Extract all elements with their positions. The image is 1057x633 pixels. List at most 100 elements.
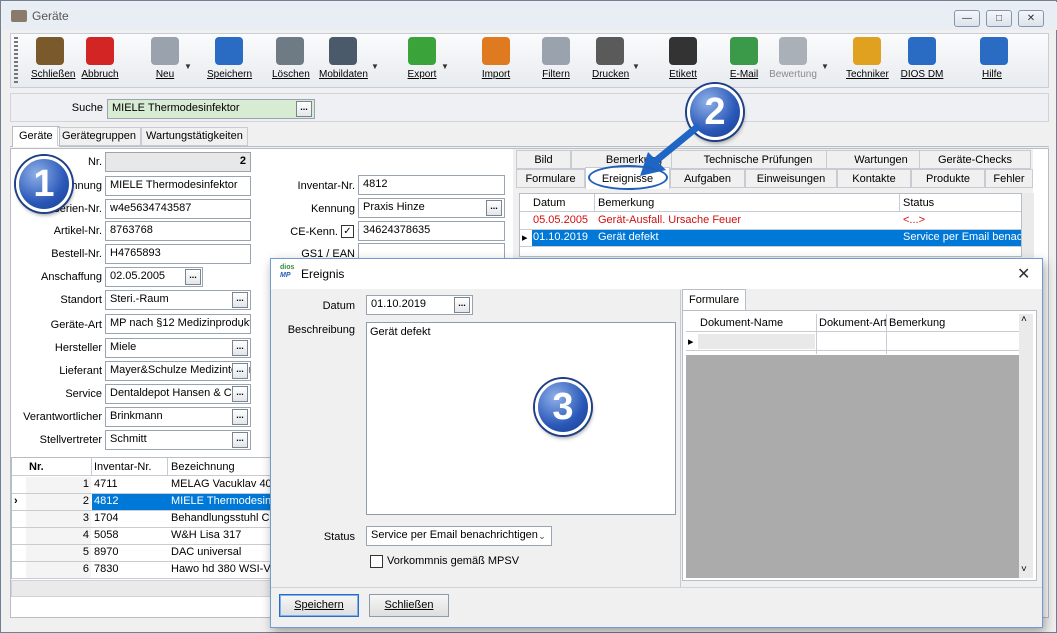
row-bezeichnung: MELAG Vacuklav 40 <box>171 478 272 490</box>
dialog-save-button[interactable]: Speichern <box>279 594 359 617</box>
import-arrow-icon <box>482 37 510 65</box>
ce-checkbox[interactable]: ✓ <box>341 225 354 238</box>
dropdown-arrow-icon[interactable]: ▼ <box>371 62 379 71</box>
toolbar-button-neu[interactable]: Neu <box>150 35 180 85</box>
row-pointer-icon: ▸ <box>688 336 694 348</box>
dialog-close-button[interactable]: Schließen <box>369 594 449 617</box>
table-row[interactable]: 3 1704 Behandlungsstuhl C5 <box>12 511 276 528</box>
dropdown-arrow-icon[interactable]: ▼ <box>821 62 829 71</box>
serien-field[interactable]: w4e5634743587 <box>105 199 251 219</box>
toolbar-button-bewertung[interactable]: Bewertung <box>769 35 817 85</box>
mpsv-checkbox-label[interactable]: Vorkommnis gemäß MPSV <box>387 555 519 567</box>
toolbar-button-speichern[interactable]: Speichern <box>207 35 252 85</box>
lieferant-picker-button[interactable]: ... <box>232 363 248 379</box>
toolbar-button-export[interactable]: Export <box>407 35 437 85</box>
toolbar-button-löschen[interactable]: Löschen <box>272 35 310 85</box>
toolbar-grip[interactable] <box>14 37 18 84</box>
geraeteart-select[interactable]: MP nach §12 Medizinprodukt <box>105 314 251 334</box>
formulare-new-row[interactable]: ▸ <box>686 333 1019 351</box>
col-inventar[interactable]: Inventar-Nr. <box>94 461 151 473</box>
events-col-status[interactable]: Status <box>903 197 934 209</box>
standort-field[interactable]: Steri.-Raum <box>105 290 251 310</box>
tab-einweisungen[interactable]: Einweisungen <box>745 169 837 188</box>
bezeichnung-field[interactable]: MIELE Thermodesinfektor <box>105 176 251 196</box>
ce-field[interactable]: 34624378635 <box>358 221 505 241</box>
artikel-field[interactable]: 8763768 <box>105 221 251 241</box>
close-window-button[interactable]: ✕ <box>1018 10 1044 27</box>
toolbar-button-techniker[interactable]: Techniker <box>846 35 889 85</box>
scroll-up-icon[interactable]: ˄ <box>1021 314 1027 325</box>
tab-geräte-checks[interactable]: Geräte-Checks <box>919 150 1031 169</box>
tab-fehler[interactable]: Fehler <box>985 169 1033 188</box>
hersteller-field[interactable]: Miele <box>105 338 251 358</box>
toolbar-button-dios-dm[interactable]: DIOS DM <box>898 35 946 85</box>
chevron-down-icon[interactable]: ⌄ <box>233 316 249 332</box>
events-col-datum[interactable]: Datum <box>533 197 565 209</box>
formulare-scrollbar[interactable]: ˄ ˅ <box>1019 314 1033 578</box>
toolbar-button-schließen[interactable]: Schließen <box>31 35 75 85</box>
events-scrollbar[interactable] <box>1022 193 1034 257</box>
toolbar-button-drucken[interactable]: Drucken <box>592 35 629 85</box>
col-bezeichnung[interactable]: Bezeichnung <box>171 461 235 473</box>
standort-picker-button[interactable]: ... <box>232 292 248 308</box>
dropdown-arrow-icon[interactable]: ▼ <box>184 62 192 71</box>
table-row[interactable]: › 2 4812 MIELE Thermodesinfektor <box>12 494 299 511</box>
dropdown-arrow-icon[interactable]: ▼ <box>632 62 640 71</box>
toolbar-button-import[interactable]: Import <box>479 35 513 85</box>
dialog-beschreibung-textarea[interactable]: Gerät defekt <box>366 322 676 515</box>
toolbar-button-filtern[interactable]: Filtern <box>541 35 571 85</box>
table-row[interactable]: 1 4711 MELAG Vacuklav 40 <box>12 477 272 494</box>
maximize-button[interactable]: □ <box>986 10 1012 27</box>
dialog-status-select[interactable]: Service per Email benachrichtigen <box>366 526 552 546</box>
row-nr: 3 <box>82 512 89 524</box>
kennung-picker-button[interactable]: ... <box>486 200 502 216</box>
verantwortlicher-field[interactable]: Brinkmann <box>105 407 251 427</box>
gs1-field[interactable] <box>358 243 505 259</box>
tab-geraete[interactable]: Geräte <box>12 126 60 147</box>
col-bemerkung[interactable]: Bemerkung <box>889 317 945 329</box>
table-row[interactable]: 4 5058 W&H Lisa 317 <box>12 528 272 545</box>
table-row[interactable]: 6 7830 Hawo hd 380 WSI-V <box>12 562 272 579</box>
tab-formulare[interactable]: Formulare <box>516 169 585 188</box>
anschaffung-date-picker[interactable]: ... <box>185 269 201 285</box>
tab-kontakte[interactable]: Kontakte <box>837 169 911 188</box>
bestell-field[interactable]: H4765893 <box>105 244 251 264</box>
chevron-down-icon[interactable]: ⌄ <box>534 528 550 544</box>
service-picker-button[interactable]: ... <box>232 386 248 402</box>
tab-produkte[interactable]: Produkte <box>911 169 985 188</box>
col-dokument-art[interactable]: Dokument-Art <box>819 317 887 329</box>
device-table-hscrollbar[interactable] <box>11 580 273 597</box>
toolbar-button-abbruch[interactable]: Abbruch <box>80 35 120 85</box>
search-input[interactable]: MIELE Thermodesinfektor <box>107 99 315 119</box>
toolbar-button-etikett[interactable]: Etikett <box>668 35 698 85</box>
stellvertreter-picker-button[interactable]: ... <box>232 432 248 448</box>
col-nr[interactable]: Nr. <box>29 461 44 473</box>
mpsv-checkbox[interactable] <box>370 555 383 568</box>
dialog-splitter[interactable] <box>680 290 681 587</box>
inventar-field[interactable]: 4812 <box>358 175 505 195</box>
scroll-down-icon[interactable]: ˅ <box>1021 564 1027 575</box>
lieferant-field[interactable]: Mayer&Schulze Medizintechnik <box>105 361 251 381</box>
verantwortlicher-picker-button[interactable]: ... <box>232 409 248 425</box>
toolbar-button-mobildaten[interactable]: Mobildaten <box>319 35 368 85</box>
tab-bild[interactable]: Bild <box>516 150 571 169</box>
table-row[interactable]: 5 8970 DAC universal <box>12 545 272 562</box>
events-col-bemerkung[interactable]: Bemerkung <box>598 197 654 209</box>
tab-wartungstaetigkeiten[interactable]: Wartungstätigkeiten <box>141 127 248 146</box>
dropdown-arrow-icon[interactable]: ▼ <box>441 62 449 71</box>
tab-formulare[interactable]: Formulare <box>682 289 747 311</box>
service-field[interactable]: Dentaldepot Hansen & Co. <box>105 384 251 404</box>
dialog-close-icon[interactable]: ✕ <box>1017 264 1030 284</box>
dialog-date-picker[interactable]: ... <box>454 297 470 313</box>
tab-geraetegruppen[interactable]: Gerätegruppen <box>57 127 141 146</box>
events-row-selected[interactable]: ▸ 01.10.2019 Gerät defekt Service per Em… <box>520 230 1021 247</box>
kennung-field[interactable]: Praxis Hinze <box>358 198 505 218</box>
hersteller-picker-button[interactable]: ... <box>232 340 248 356</box>
toolbar-button-hilfe[interactable]: Hilfe <box>980 35 1008 85</box>
minimize-button[interactable]: — <box>954 10 980 27</box>
col-dokument-name[interactable]: Dokument-Name <box>700 317 783 329</box>
search-picker-button[interactable]: ... <box>296 101 312 117</box>
toolbar-button-e-mail[interactable]: E-Mail <box>727 35 761 85</box>
stellvertreter-field[interactable]: Schmitt <box>105 430 251 450</box>
events-row[interactable]: 05.05.2005 Gerät-Ausfall. Ursache Feuer … <box>520 213 1021 230</box>
